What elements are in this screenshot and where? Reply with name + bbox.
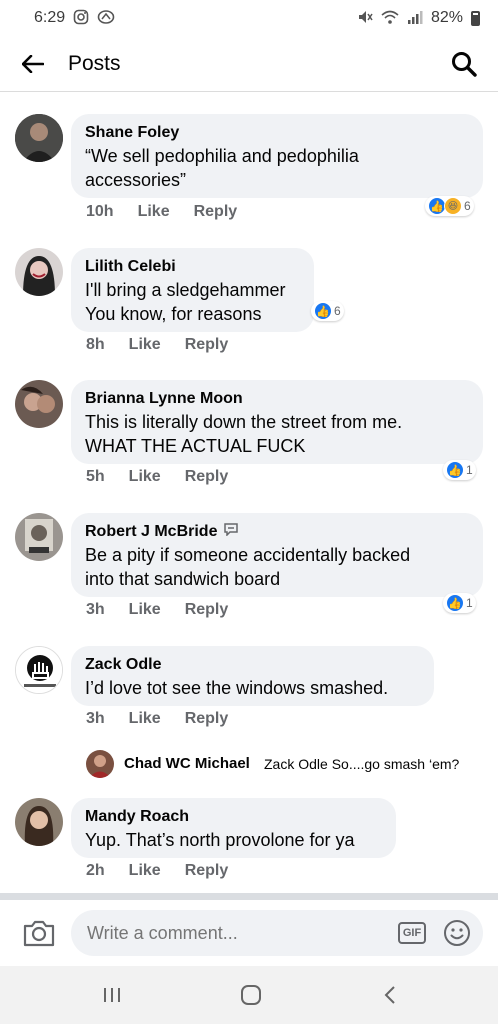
reply-text: Zack Odle So....go smash ‘em?: [264, 756, 460, 772]
comment-time: 10h: [86, 203, 114, 220]
comment-author[interactable]: Robert J McBride: [85, 521, 469, 543]
comment-time: 2h: [86, 862, 105, 879]
page-title: Posts: [68, 51, 121, 75]
comment-meta: 8h Like Reply: [86, 336, 228, 354]
reply-button[interactable]: Reply: [185, 468, 229, 486]
comment-text: This is literally down the street from m…: [85, 412, 403, 432]
reaction-summary[interactable]: 👍 6: [311, 301, 344, 321]
like-button[interactable]: Like: [138, 203, 170, 221]
like-button[interactable]: Like: [129, 468, 161, 486]
reply-button[interactable]: Reply: [185, 336, 229, 354]
mute-icon: [357, 9, 373, 28]
avatar[interactable]: [15, 380, 63, 428]
reply-button[interactable]: Reply: [185, 601, 229, 619]
app-header: Posts: [0, 36, 498, 92]
reply-author[interactable]: Chad WC Michael: [124, 755, 250, 772]
like-icon: 👍: [446, 594, 464, 612]
comment-text: You know, for reasons: [85, 304, 262, 324]
reply-button[interactable]: Reply: [185, 710, 229, 728]
search-icon[interactable]: [448, 48, 480, 80]
like-button[interactable]: Like: [129, 336, 161, 354]
reply-button[interactable]: Reply: [185, 862, 229, 880]
reaction-summary[interactable]: 👍 1: [443, 460, 476, 480]
comment-text: I’d love tot see the windows smashed.: [85, 678, 389, 698]
comment-author[interactable]: Zack Odle: [85, 654, 420, 676]
home-icon[interactable]: [238, 982, 264, 1008]
avatar[interactable]: [15, 114, 63, 162]
status-time: 6:29: [34, 9, 66, 26]
comment-text: WHAT THE ACTUAL FUCK: [85, 436, 306, 456]
avatar[interactable]: [15, 646, 63, 694]
comment-meta: 3h Like Reply: [86, 710, 228, 728]
avatar[interactable]: [15, 798, 63, 846]
like-button[interactable]: Like: [129, 601, 161, 619]
comment-text: Yup. That’s north provolone for ya: [85, 830, 355, 850]
like-button[interactable]: Like: [129, 710, 161, 728]
reply-preview[interactable]: Chad WC Michael Zack Odle So....go smash…: [0, 748, 498, 780]
avatar[interactable]: [86, 750, 114, 778]
comment-time: 3h: [86, 601, 105, 618]
messenger-icon: [223, 521, 239, 543]
emoji-icon[interactable]: [443, 919, 471, 947]
comment-author[interactable]: Shane Foley: [85, 122, 469, 144]
comment-text: I'll bring a sledgehammer: [85, 280, 286, 300]
comment-bubble[interactable]: Robert J McBride Be a pity if someone ac…: [71, 513, 483, 597]
like-icon: 👍: [446, 461, 464, 479]
comment-meta: 5h Like Reply: [86, 468, 228, 486]
status-bar: 6:29 82%: [0, 0, 498, 36]
comment-bubble[interactable]: Zack Odle I’d love tot see the windows s…: [71, 646, 434, 706]
comment-text: accessories”: [85, 170, 187, 190]
camera-icon[interactable]: [22, 918, 56, 948]
reaction-summary[interactable]: 👍 1: [443, 593, 476, 613]
haha-icon: 😆: [444, 197, 462, 215]
comment-author[interactable]: Lilith Celebi: [85, 256, 300, 278]
comment-meta: 3h Like Reply: [86, 601, 228, 619]
reply-button[interactable]: Reply: [194, 203, 238, 221]
reaction-count: 6: [464, 199, 471, 213]
comment-bubble[interactable]: Brianna Lynne Moon This is literally dow…: [71, 380, 483, 464]
avatar[interactable]: [15, 513, 63, 561]
comment-text: into that sandwich board: [85, 569, 281, 589]
reaction-count: 1: [466, 596, 473, 610]
app-notification-icon: [97, 9, 115, 28]
comment-bubble[interactable]: Mandy Roach Yup. That’s north provolone …: [71, 798, 396, 858]
reaction-summary[interactable]: 👍 😆 6: [425, 196, 474, 216]
like-icon: 👍: [314, 302, 332, 320]
wifi-icon: [381, 9, 399, 28]
comment-bubble[interactable]: Shane Foley “We sell pedophilia and pedo…: [71, 114, 483, 198]
back-icon[interactable]: [378, 982, 402, 1008]
comment-text: Be a pity if someone accidentally backed: [85, 545, 411, 565]
system-nav-bar: [0, 966, 498, 1024]
comment-time: 5h: [86, 468, 105, 485]
comment-meta: 10h Like Reply: [86, 203, 237, 221]
instagram-icon: [73, 9, 89, 28]
avatar[interactable]: [15, 248, 63, 296]
comment-composer: GIF: [0, 900, 498, 966]
battery-icon: [471, 10, 480, 26]
like-button[interactable]: Like: [129, 862, 161, 880]
comment-meta: 2h Like Reply: [86, 862, 228, 880]
gif-button[interactable]: GIF: [398, 922, 426, 944]
comment-bubble[interactable]: Lilith Celebi I'll bring a sledgehammer …: [71, 248, 314, 332]
comment-author-name: Robert J McBride: [85, 523, 218, 540]
comment-author[interactable]: Brianna Lynne Moon: [85, 388, 469, 410]
section-divider: [0, 893, 498, 900]
comment-time: 8h: [86, 336, 105, 353]
signal-icon: [407, 9, 423, 28]
comment-author[interactable]: Mandy Roach: [85, 806, 382, 828]
battery-percent: 82%: [430, 9, 463, 26]
comment-time: 3h: [86, 710, 105, 727]
recent-apps-icon[interactable]: [100, 982, 124, 1008]
reaction-count: 6: [334, 304, 341, 318]
comment-text: “We sell pedophilia and pedophilia: [85, 146, 359, 166]
back-arrow-icon[interactable]: [18, 49, 48, 79]
reaction-count: 1: [466, 463, 473, 477]
